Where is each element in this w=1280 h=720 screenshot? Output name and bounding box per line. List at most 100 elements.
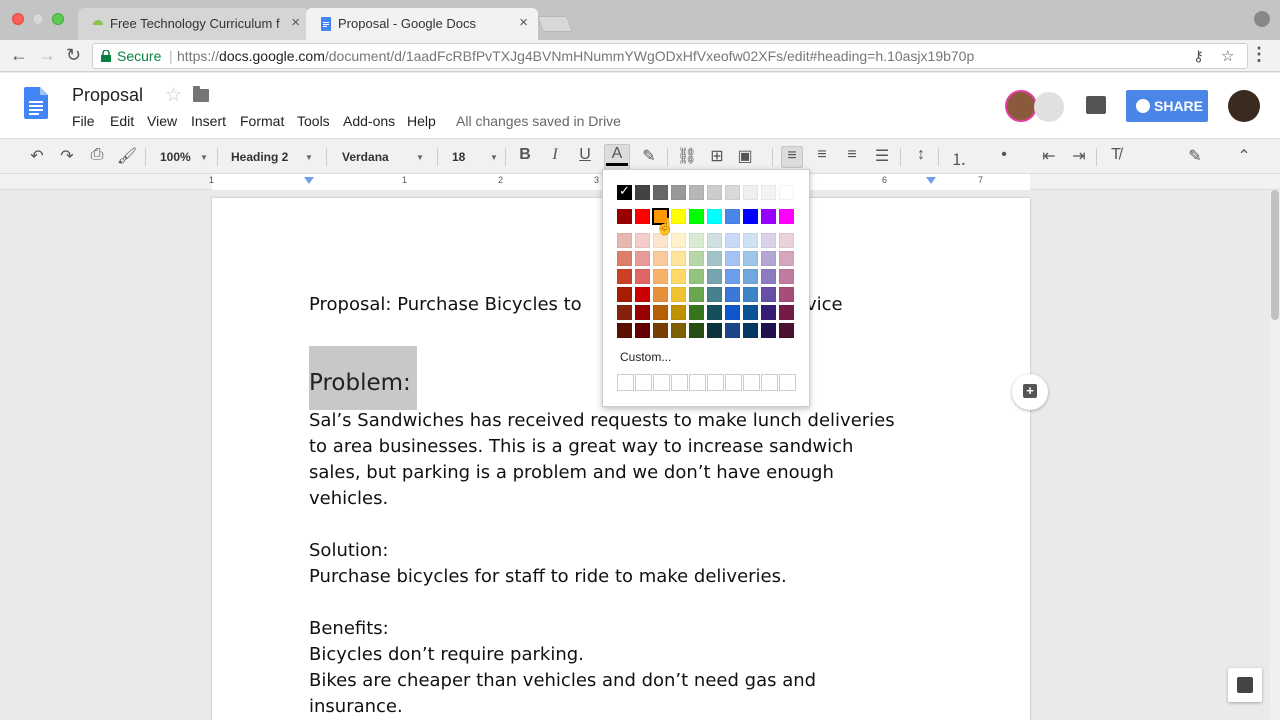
color-swatch[interactable] <box>707 233 722 248</box>
color-swatch[interactable] <box>689 323 704 338</box>
account-avatar[interactable] <box>1228 90 1260 122</box>
color-swatch[interactable] <box>635 323 650 338</box>
color-swatch[interactable] <box>689 251 704 266</box>
color-swatch[interactable] <box>779 305 794 320</box>
browser-tab-curriculum[interactable]: Free Technology Curriculum fr × <box>78 8 310 40</box>
underline-icon[interactable]: U <box>574 146 596 168</box>
color-swatch[interactable] <box>725 209 740 224</box>
menu-help[interactable]: Help <box>407 113 436 129</box>
color-swatch[interactable] <box>707 323 722 338</box>
add-comment-button[interactable]: + <box>1012 374 1048 410</box>
back-icon[interactable]: ← <box>10 45 28 66</box>
color-swatch[interactable] <box>725 233 740 248</box>
google-docs-logo-icon[interactable] <box>24 87 48 119</box>
folder-icon[interactable] <box>193 86 209 102</box>
color-swatch[interactable] <box>779 209 794 224</box>
custom-color-slot[interactable] <box>707 374 724 391</box>
menu-format[interactable]: Format <box>240 113 284 129</box>
highlight-color-icon[interactable]: ✎ <box>638 146 660 168</box>
redo-icon[interactable]: ↷ <box>56 146 78 168</box>
color-swatch[interactable] <box>671 287 686 302</box>
custom-color-slot[interactable] <box>761 374 778 391</box>
color-swatch[interactable] <box>635 209 650 224</box>
decrease-indent-icon[interactable]: ⇤ <box>1038 146 1060 168</box>
key-icon[interactable]: ⚷ <box>1193 47 1204 65</box>
color-swatch[interactable] <box>671 305 686 320</box>
browser-tab-proposal[interactable]: Proposal - Google Docs × <box>306 8 538 40</box>
collapse-menu-icon[interactable]: ⌃ <box>1233 146 1255 168</box>
browser-menu-icon[interactable]: ⋮ <box>1250 44 1268 65</box>
color-swatch[interactable] <box>725 251 740 266</box>
color-swatch[interactable] <box>707 251 722 266</box>
color-swatch[interactable] <box>653 251 668 266</box>
bold-icon[interactable]: B <box>514 146 536 168</box>
color-swatch[interactable] <box>761 233 776 248</box>
custom-color-slot[interactable] <box>653 374 670 391</box>
color-swatch[interactable] <box>689 209 704 224</box>
align-right-icon[interactable]: ≡ <box>841 146 863 168</box>
bulleted-list-icon[interactable]: • <box>993 146 1015 168</box>
profile-icon[interactable] <box>1254 11 1270 27</box>
color-swatch[interactable] <box>707 185 722 200</box>
color-swatch[interactable] <box>779 251 794 266</box>
color-swatch[interactable] <box>743 185 758 200</box>
window-minimize-button[interactable] <box>32 13 44 25</box>
text-color-icon[interactable]: A <box>604 144 630 170</box>
paragraph-style-select[interactable]: Heading 2 ▼ <box>231 150 313 172</box>
color-swatch[interactable] <box>725 287 740 302</box>
color-swatch[interactable] <box>779 233 794 248</box>
color-swatch[interactable] <box>761 287 776 302</box>
new-tab-button[interactable] <box>537 16 573 32</box>
color-swatch[interactable] <box>761 305 776 320</box>
custom-color-slot[interactable] <box>743 374 760 391</box>
window-maximize-button[interactable] <box>52 13 64 25</box>
line-spacing-icon[interactable]: ↕ <box>910 146 932 168</box>
paint-format-icon[interactable]: 🖌 <box>116 146 138 168</box>
color-swatch[interactable] <box>617 233 632 248</box>
tab-close-icon[interactable]: × <box>291 14 300 31</box>
custom-color-slot[interactable] <box>779 374 796 391</box>
color-swatch[interactable] <box>743 233 758 248</box>
color-swatch[interactable] <box>671 185 686 200</box>
color-swatch[interactable] <box>617 323 632 338</box>
scroll-thumb[interactable] <box>1271 190 1279 320</box>
menu-tools[interactable]: Tools <box>297 113 330 129</box>
custom-color-slot[interactable] <box>689 374 706 391</box>
clear-formatting-icon[interactable]: T̸ <box>1105 146 1127 168</box>
color-swatch[interactable] <box>743 251 758 266</box>
menu-add-ons[interactable]: Add-ons <box>343 113 395 129</box>
color-swatch[interactable] <box>653 305 668 320</box>
tab-close-icon[interactable]: × <box>519 14 528 31</box>
color-swatch[interactable] <box>671 251 686 266</box>
color-swatch[interactable] <box>635 185 650 200</box>
chat-people-icon[interactable] <box>1034 92 1064 122</box>
color-swatch[interactable] <box>761 185 776 200</box>
color-swatch[interactable] <box>653 185 668 200</box>
reload-icon[interactable]: ↻ <box>66 45 81 66</box>
color-swatch[interactable] <box>689 185 704 200</box>
color-swatch[interactable] <box>725 305 740 320</box>
url-input[interactable]: Secure | https://docs.google.com/documen… <box>92 43 1248 69</box>
color-swatch[interactable] <box>761 269 776 284</box>
custom-color-slot[interactable] <box>617 374 634 391</box>
document-title[interactable]: Proposal <box>72 85 143 106</box>
color-swatch[interactable] <box>671 269 686 284</box>
add-comment-icon[interactable]: ⊞ <box>706 146 728 168</box>
numbered-list-icon[interactable]: ⒈ <box>948 146 970 169</box>
color-swatch[interactable] <box>617 251 632 266</box>
color-swatch[interactable] <box>779 185 794 200</box>
color-swatch[interactable] <box>761 209 776 224</box>
color-swatch[interactable] <box>689 269 704 284</box>
color-swatch[interactable] <box>653 287 668 302</box>
color-swatch[interactable] <box>761 251 776 266</box>
justify-icon[interactable]: ☰ <box>871 146 893 168</box>
color-swatch[interactable] <box>635 251 650 266</box>
color-swatch[interactable] <box>635 269 650 284</box>
color-swatch[interactable] <box>743 269 758 284</box>
custom-color-button[interactable]: Custom... <box>620 350 671 364</box>
font-size-select[interactable]: 18 ▼ <box>452 150 498 172</box>
left-indent-marker[interactable] <box>304 177 314 184</box>
color-swatch[interactable] <box>689 233 704 248</box>
color-swatch[interactable] <box>653 269 668 284</box>
color-swatch[interactable] <box>779 323 794 338</box>
